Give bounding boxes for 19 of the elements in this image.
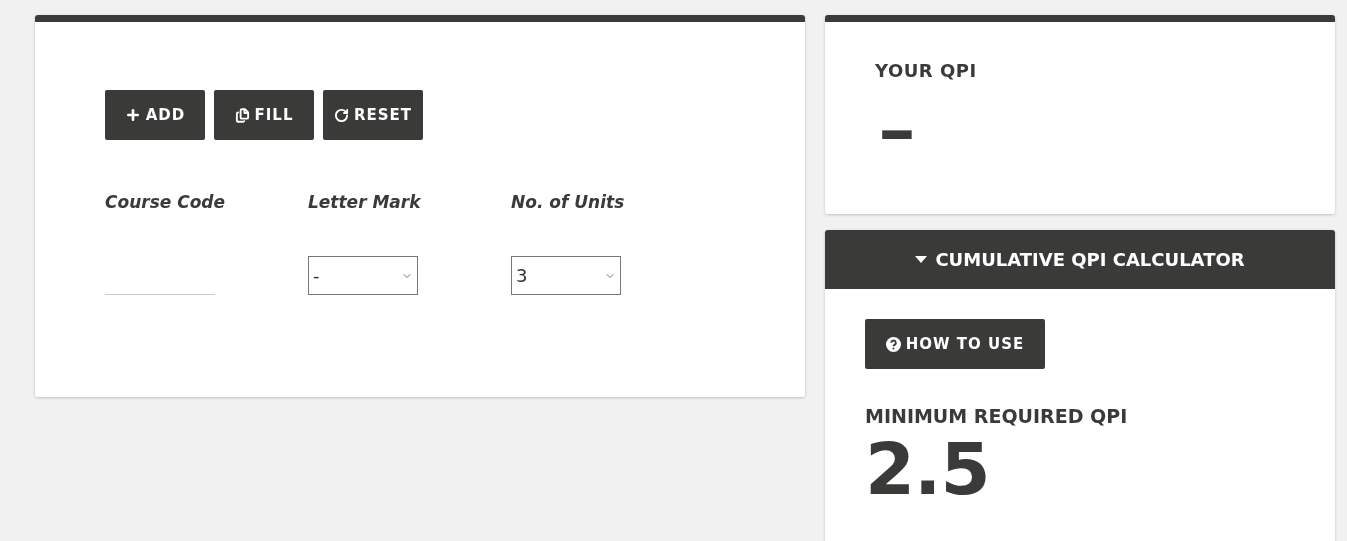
units-select[interactable]: 3 (511, 256, 621, 295)
minimum-qpi-value: 2.5 (865, 433, 990, 505)
add-button[interactable]: ADD (105, 90, 205, 140)
how-to-use-button[interactable]: HOW TO USE (865, 319, 1045, 369)
caret-icon (915, 256, 928, 263)
column-heading: Course Code (105, 192, 226, 212)
help-icon (885, 336, 901, 352)
reset-button[interactable]: RESET (323, 90, 423, 140)
column-heading: Letter Mark (308, 192, 421, 212)
files-icon (234, 107, 250, 123)
qpi-value: - (877, 101, 918, 161)
fill-button[interactable]: FILL (214, 90, 314, 140)
calculator-header[interactable]: CUMULATIVE QPI CALCULATOR (825, 230, 1335, 289)
minimum-qpi-label: MINIMUM REQUIRED QPI (865, 405, 1128, 427)
column-heading: No. of Units (511, 192, 625, 212)
qpi-title: YOUR QPI (875, 60, 977, 81)
letter-mark-select[interactable]: - (308, 256, 418, 295)
plus-icon (124, 107, 141, 123)
rotate-icon (333, 107, 349, 123)
